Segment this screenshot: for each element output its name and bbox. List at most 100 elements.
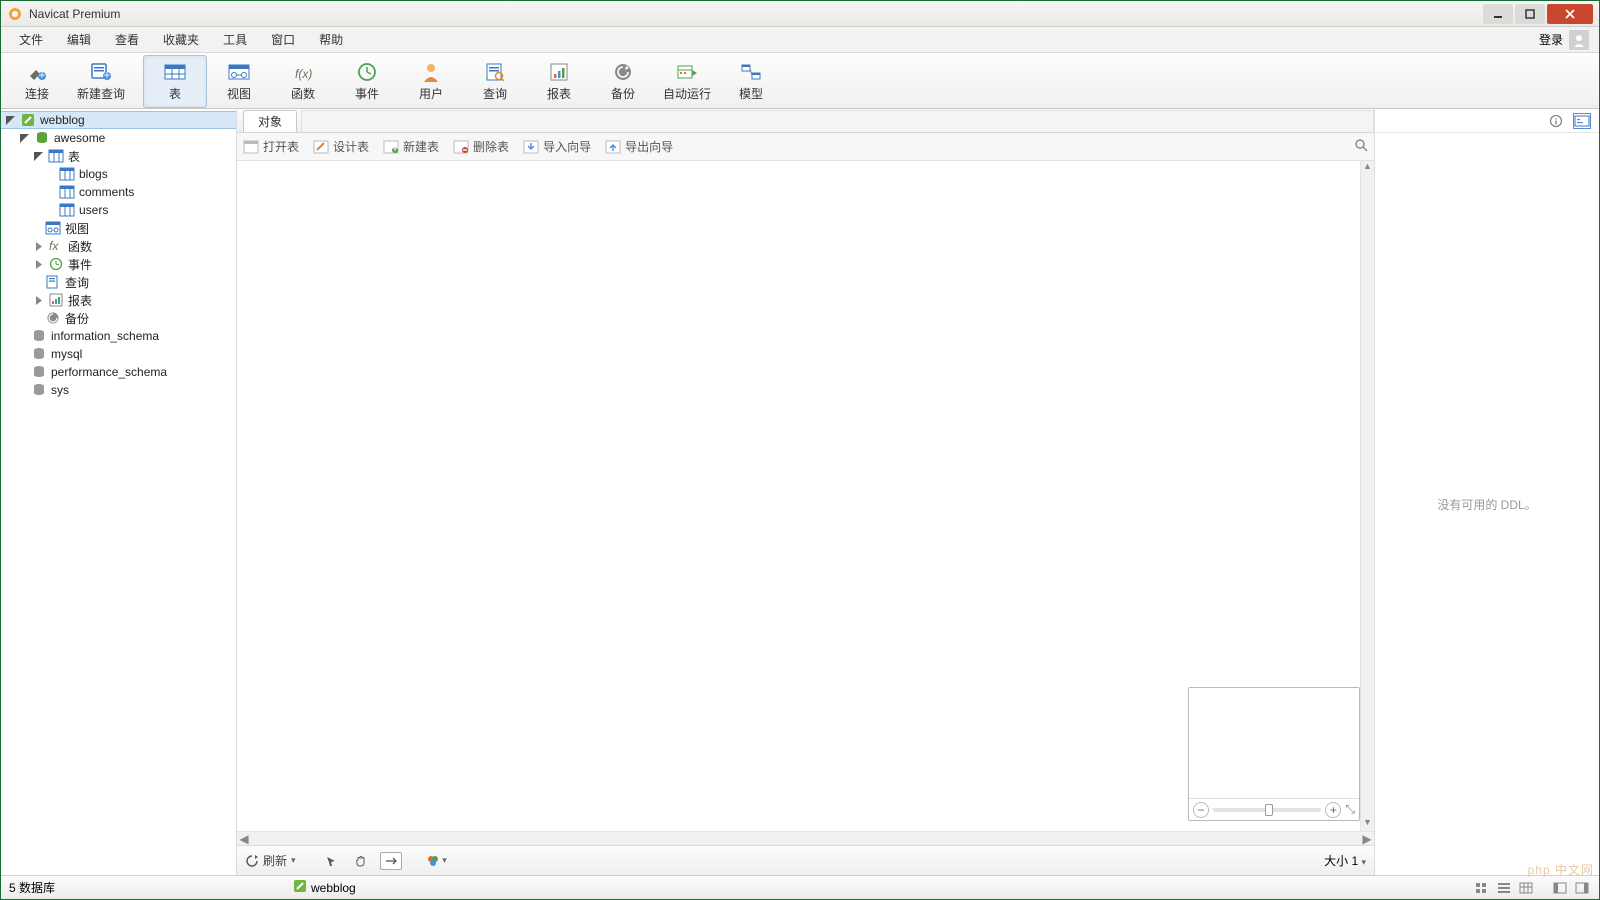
color-tool-button[interactable]: ▾ (426, 852, 448, 870)
info-tab-ddl[interactable] (1573, 113, 1591, 129)
view-details-button[interactable] (1517, 880, 1535, 896)
subbtn-export-label: 导出向导 (625, 138, 673, 155)
expand-icon[interactable] (19, 133, 30, 144)
status-connection[interactable]: webblog (293, 879, 356, 896)
tab-objects-label: 对象 (258, 113, 282, 130)
tree-table-item[interactable]: comments (1, 183, 236, 201)
tree-reports-folder[interactable]: 报表 (1, 291, 236, 309)
menu-bar: 文件 编辑 查看 收藏夹 工具 窗口 帮助 登录 (1, 27, 1599, 53)
zoom-in-button[interactable]: + (1325, 802, 1341, 818)
window-minimize-button[interactable] (1483, 4, 1513, 24)
tree-table-item[interactable]: users (1, 201, 236, 219)
collapse-icon[interactable] (33, 259, 44, 270)
refresh-button[interactable]: 刷新 ▾ (245, 852, 296, 869)
pointer-tool-button[interactable] (320, 852, 342, 870)
tree-otherdb[interactable]: information_schema (1, 327, 236, 345)
connection-icon (293, 879, 307, 896)
expand-icon[interactable] (5, 115, 16, 126)
window-close-button[interactable] (1547, 4, 1593, 24)
expand-icon[interactable] (33, 151, 44, 162)
tree-otherdb[interactable]: mysql (1, 345, 236, 363)
tree-table-item[interactable]: blogs (1, 165, 236, 183)
svg-text:f(x): f(x) (295, 67, 312, 81)
tree-events-folder[interactable]: 事件 (1, 255, 236, 273)
toolbar-function-button[interactable]: f(x) 函数 (271, 55, 335, 108)
view-list-button[interactable] (1495, 880, 1513, 896)
tree-otherdb-label: sys (51, 383, 69, 397)
view-icons-button[interactable] (1473, 880, 1491, 896)
toolbar-model-button[interactable]: 模型 (719, 55, 783, 108)
toolbar-user-button[interactable]: 用户 (399, 55, 463, 108)
subbtn-delete-table[interactable]: 删除表 (453, 138, 509, 155)
toolbar-event-button[interactable]: 事件 (335, 55, 399, 108)
toolbar-backup-button[interactable]: 备份 (591, 55, 655, 108)
tree-otherdb[interactable]: sys (1, 381, 236, 399)
database-icon (31, 328, 47, 344)
collapse-icon[interactable] (33, 295, 44, 306)
menu-edit[interactable]: 编辑 (55, 27, 103, 52)
object-tab-bar: 对象 (237, 109, 1374, 133)
backup-icon (45, 310, 61, 326)
hand-tool-button[interactable] (350, 852, 372, 870)
size-indicator[interactable]: 大小 1 ▾ (1324, 852, 1366, 869)
tree-otherdb[interactable]: performance_schema (1, 363, 236, 381)
tree-views-folder[interactable]: 视图 (1, 219, 236, 237)
minimap-panel[interactable]: − + ⤡ (1188, 687, 1360, 821)
menu-tools[interactable]: 工具 (211, 27, 259, 52)
subbtn-new-table[interactable]: +新建表 (383, 138, 439, 155)
clock-icon (48, 256, 64, 272)
window-maximize-button[interactable] (1515, 4, 1545, 24)
tree-queries-label: 查询 (65, 274, 89, 291)
menu-window[interactable]: 窗口 (259, 27, 307, 52)
move-tool-button[interactable] (380, 852, 402, 870)
minimap-expand-icon[interactable]: ⤡ (1345, 802, 1355, 817)
menu-favorites[interactable]: 收藏夹 (151, 27, 211, 52)
zoom-out-button[interactable]: − (1193, 802, 1209, 818)
info-tab-general[interactable] (1547, 113, 1565, 129)
connection-tree[interactable]: webblog awesome 表 blogs comments (1, 109, 237, 875)
zoom-thumb[interactable] (1265, 804, 1273, 816)
tree-functions-label: 函数 (68, 238, 92, 255)
tree-connection[interactable]: webblog (1, 111, 236, 129)
newquery-icon: + (87, 61, 115, 83)
horizontal-scrollbar[interactable]: ◀▶ (237, 831, 1374, 845)
tree-backups-folder[interactable]: 备份 (1, 309, 236, 327)
toolbar-autorun-button[interactable]: 自动运行 (655, 55, 719, 108)
collapse-icon[interactable] (33, 241, 44, 252)
object-canvas[interactable]: ▲▼ − + ⤡ (237, 161, 1374, 831)
table-icon (161, 61, 189, 83)
toolbar-newquery-button[interactable]: + 新建查询 (69, 55, 133, 108)
toolbar-table-button[interactable]: 表 (143, 55, 207, 108)
svg-text:+: + (38, 68, 45, 82)
menu-file[interactable]: 文件 (7, 27, 55, 52)
tree-queries-folder[interactable]: 查询 (1, 273, 236, 291)
function-icon: f(x) (289, 61, 317, 83)
zoom-slider[interactable] (1213, 808, 1321, 812)
tree-tables-folder[interactable]: 表 (1, 147, 236, 165)
user-avatar-icon[interactable] (1569, 30, 1589, 50)
toolbar-query-button[interactable]: 查询 (463, 55, 527, 108)
minimap-viewport[interactable] (1189, 688, 1359, 798)
menu-view[interactable]: 查看 (103, 27, 151, 52)
subbtn-import-wizard[interactable]: 导入向导 (523, 138, 591, 155)
subbtn-export-wizard[interactable]: 导出向导 (605, 138, 673, 155)
tree-database[interactable]: awesome (1, 129, 236, 147)
panel-toggle-right-button[interactable] (1573, 880, 1591, 896)
window-title: Navicat Premium (29, 7, 120, 21)
tree-functions-folder[interactable]: fx 函数 (1, 237, 236, 255)
toolbar-report-button[interactable]: 报表 (527, 55, 591, 108)
toolbar-view-button[interactable]: 视图 (207, 55, 271, 108)
subbtn-design-table[interactable]: 设计表 (313, 138, 369, 155)
search-icon[interactable] (1354, 138, 1368, 155)
subbtn-open-table[interactable]: 打开表 (243, 138, 299, 155)
vertical-scrollbar[interactable]: ▲▼ (1360, 161, 1374, 831)
toolbar-connection-button[interactable]: + 连接 (5, 55, 69, 108)
view-icon (225, 61, 253, 83)
subbtn-design-table-label: 设计表 (333, 138, 369, 155)
menu-help[interactable]: 帮助 (307, 27, 355, 52)
panel-toggle-left-button[interactable] (1551, 880, 1569, 896)
tab-objects[interactable]: 对象 (243, 110, 297, 132)
database-open-icon (34, 130, 50, 146)
report-icon (48, 292, 64, 308)
login-link[interactable]: 登录 (1539, 31, 1563, 48)
